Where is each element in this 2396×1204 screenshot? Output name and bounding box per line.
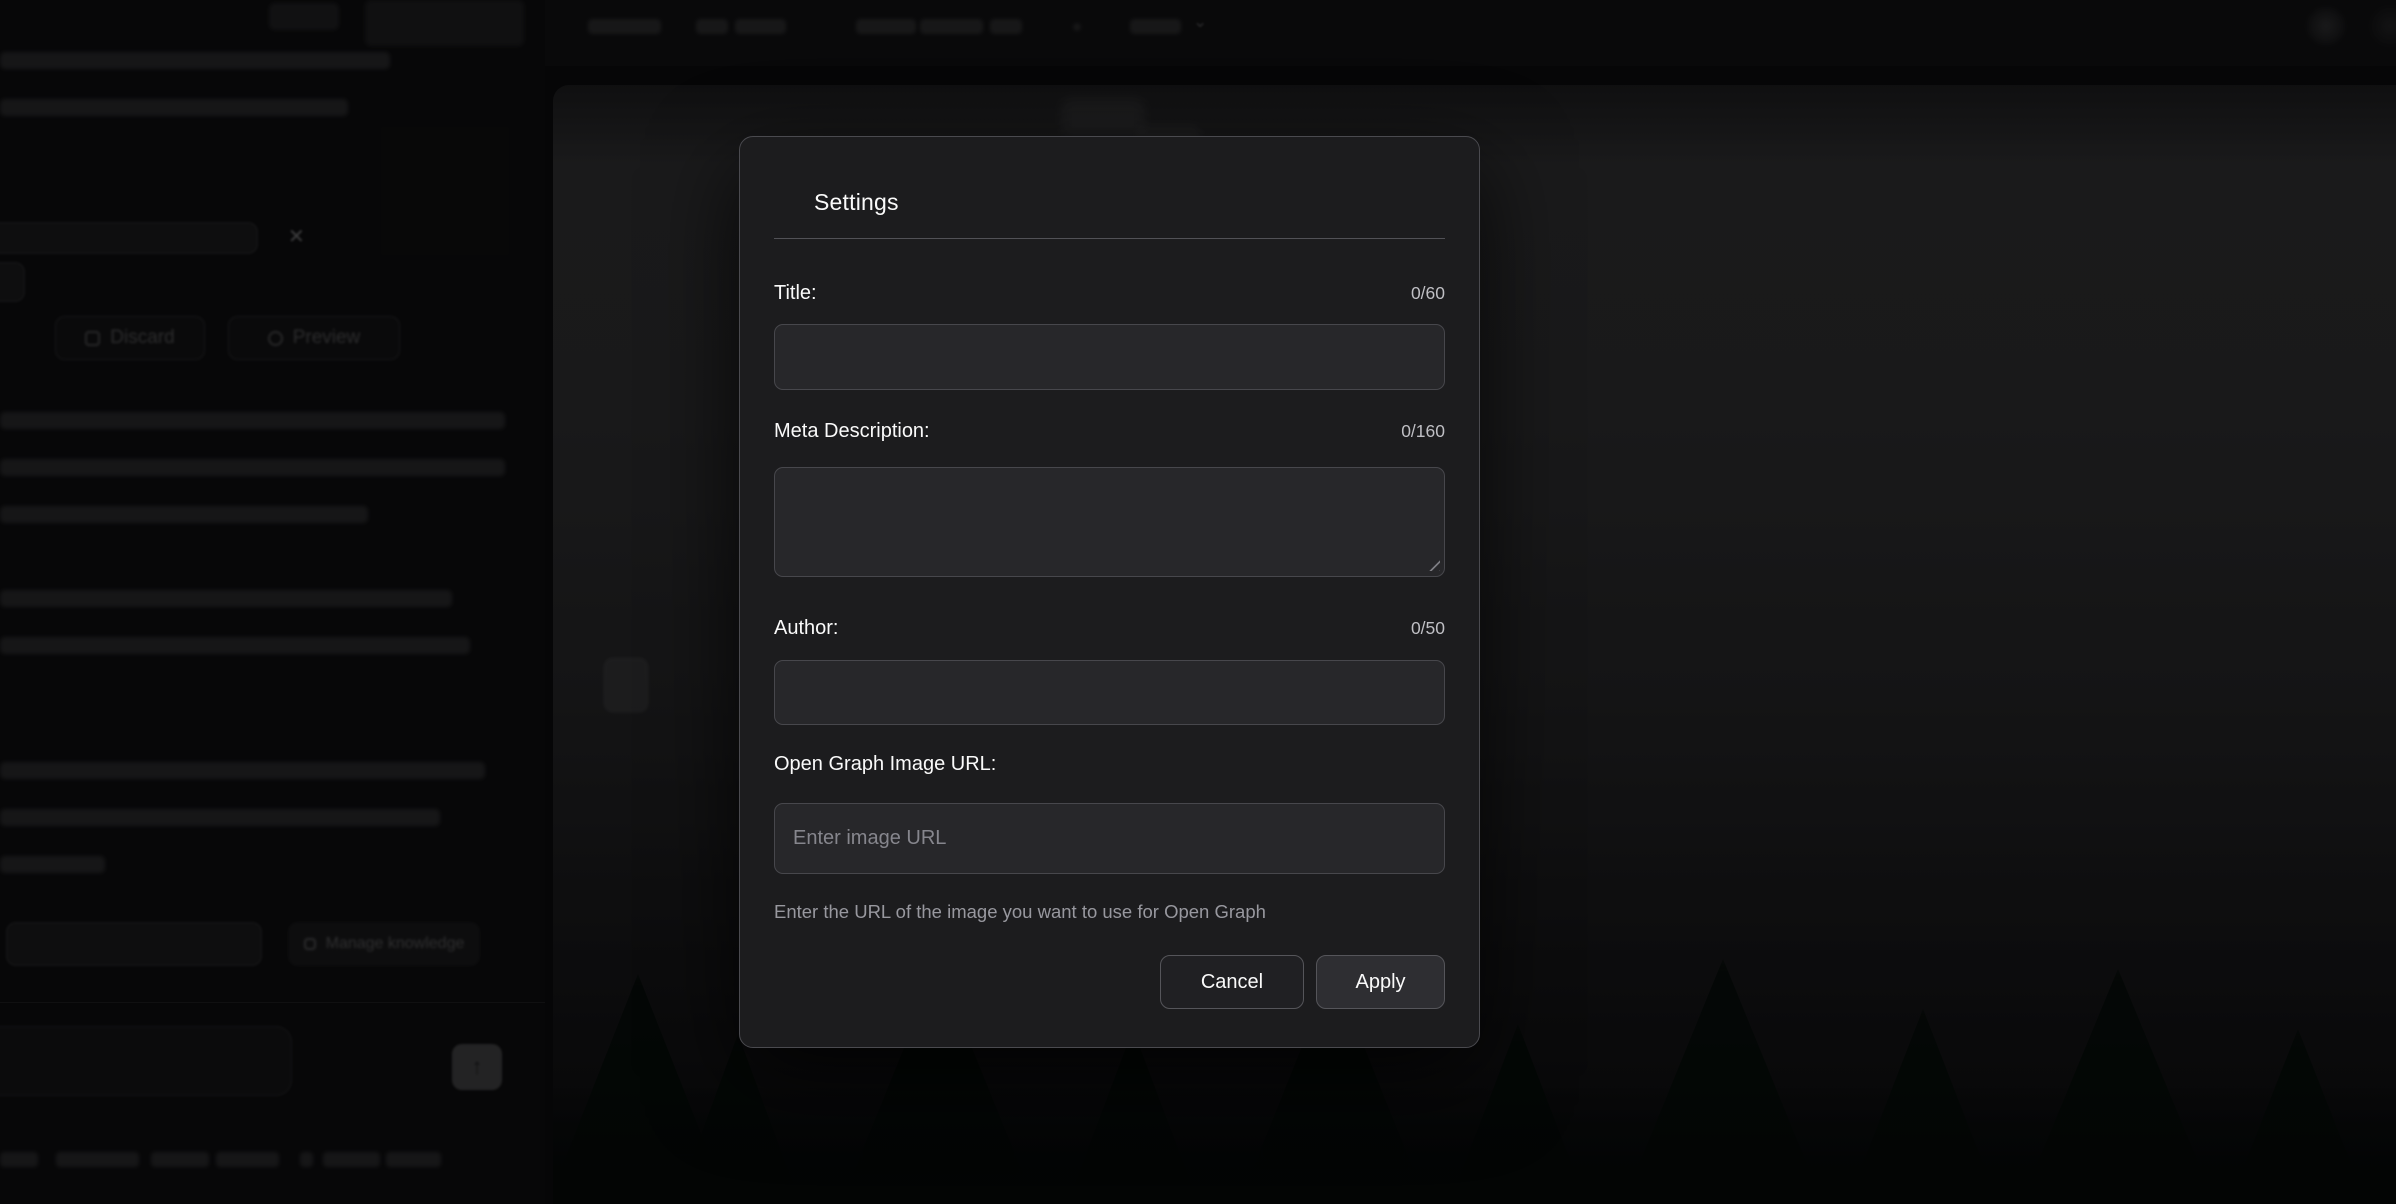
author-input[interactable] — [774, 660, 1445, 725]
author-field-label: Author: — [774, 614, 838, 642]
meta-description-char-counter: 0/160 — [1401, 417, 1445, 445]
cancel-button[interactable]: Cancel — [1160, 955, 1304, 1009]
title-field-label: Title: — [774, 279, 817, 307]
author-char-counter: 0/50 — [1411, 614, 1445, 642]
title-input[interactable] — [774, 324, 1445, 390]
meta-description-textarea[interactable] — [774, 467, 1445, 577]
meta-description-field-label: Meta Description: — [774, 417, 930, 445]
apply-button[interactable]: Apply — [1316, 955, 1445, 1009]
settings-dialog: Settings Title: 0/60 Meta Description: 0… — [739, 136, 1480, 1048]
dialog-divider — [774, 238, 1445, 239]
app-screen: ✕ Discard Preview Manage knowledge ↑ — [0, 0, 2396, 1204]
dialog-actions: Cancel Apply — [774, 955, 1445, 1009]
og-image-url-input[interactable] — [774, 803, 1445, 874]
og-image-field-label: Open Graph Image URL: — [774, 750, 996, 778]
dialog-title: Settings — [814, 185, 1445, 219]
title-char-counter: 0/60 — [1411, 279, 1445, 307]
og-image-helper-text: Enter the URL of the image you want to u… — [774, 899, 1445, 925]
